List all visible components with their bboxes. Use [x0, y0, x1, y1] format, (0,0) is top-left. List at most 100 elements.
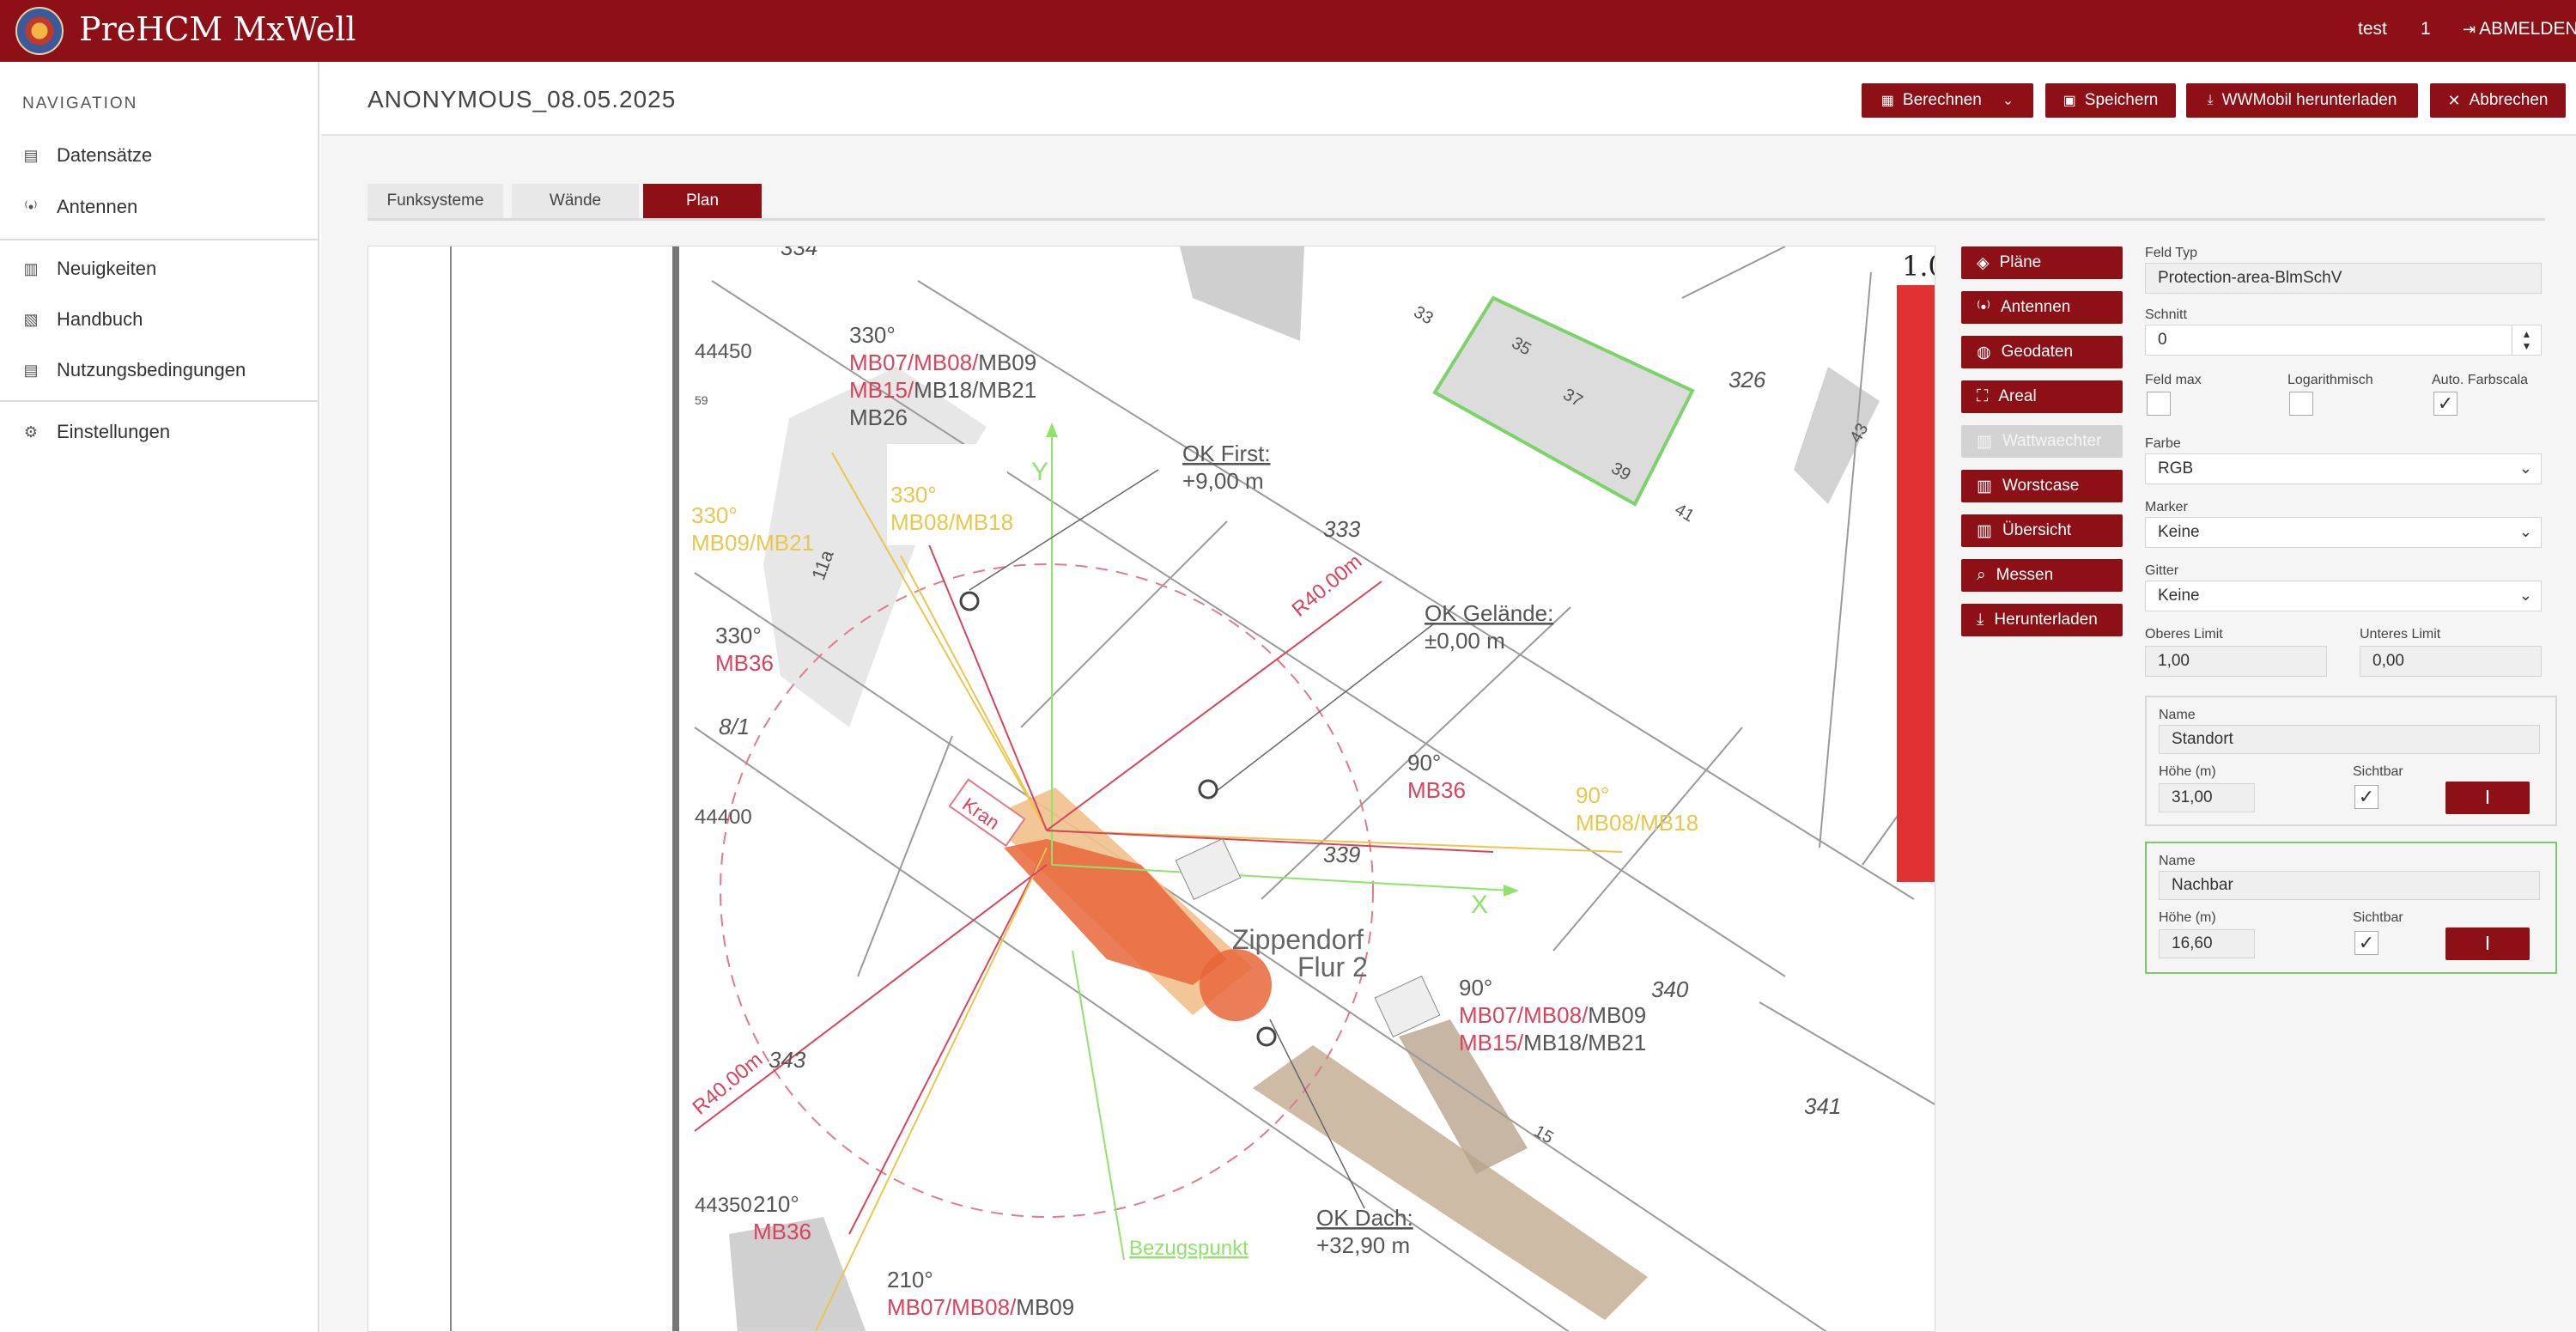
oberes-limit-label: Oberes Limit [2145, 627, 2223, 642]
svg-text:Flur 2: Flur 2 [1297, 952, 1368, 982]
svg-text:MB08/MB18: MB08/MB18 [1576, 810, 1698, 836]
save-label: Speichern [2084, 91, 2159, 109]
sidebar-item-antennen[interactable]: ⁽•⁾ Antennen [22, 196, 137, 218]
tab-funksysteme[interactable]: Funksysteme [368, 184, 503, 218]
berechnen-label: Berechnen [1902, 91, 1982, 109]
svg-text:+32,90 m: +32,90 m [1316, 1232, 1410, 1258]
svg-text:MB36: MB36 [753, 1219, 811, 1244]
feld-max-checkbox[interactable] [2147, 392, 2171, 416]
tool-antennen-button[interactable]: ⁽•⁾ Antennen [1961, 291, 2123, 324]
svg-text:341: 341 [1804, 1093, 1841, 1119]
svg-text:59: 59 [695, 393, 708, 407]
logout-button[interactable]: ⇥ ABMELDEN [2463, 19, 2576, 40]
nav-divider [0, 400, 318, 402]
svg-text:MB07/MB08/MB09: MB07/MB08/MB09 [1459, 1002, 1646, 1028]
download-wwmobil-button[interactable]: ⤓ WWMobil herunterladen [2186, 83, 2418, 118]
svg-text:OK Gelände:: OK Gelände: [1425, 600, 1553, 626]
layer-name-field: Nachbar [2159, 871, 2540, 900]
schnitt-input[interactable]: 0 ▲ ▼ [2145, 325, 2542, 356]
berechnen-button[interactable]: ▦ Berechnen ⌄ [1862, 83, 2033, 118]
notification-count[interactable]: 1 [2421, 19, 2431, 40]
svg-text:44450: 44450 [695, 340, 752, 363]
tab-waende[interactable]: Wände [512, 184, 639, 218]
layer-card-nachbar[interactable]: Name Nachbar Höhe (m) 16,60 Sichtbar ✓ Ⅰ [2145, 842, 2557, 974]
tool-plaene-button[interactable]: ◈ Pläne [1961, 246, 2123, 279]
farbe-value: RGB [2158, 459, 2194, 477]
auto-farbscala-checkbox[interactable]: ✓ [2433, 392, 2458, 416]
svg-text:44350: 44350 [695, 1194, 752, 1217]
bar-chart-icon: ▥ [1977, 521, 1992, 540]
tool-label: Pläne [1999, 253, 2042, 271]
plan-canvas[interactable]: 1.0 334 333 326 339 340 341 343 8/1 11a … [368, 246, 1935, 1332]
layer-name-label: Name [2159, 854, 2196, 868]
antenna-marker-icon[interactable] [1256, 1026, 1277, 1047]
sidebar-item-label: Neuigkeiten [57, 258, 157, 279]
feld-max-label: Feld max [2145, 373, 2202, 387]
chevron-down-icon: ⌄ [2518, 459, 2532, 477]
layer-sichtbar-checkbox[interactable]: ✓ [2354, 931, 2379, 955]
tool-uebersicht-button[interactable]: ▥ Übersicht [1961, 514, 2123, 547]
close-icon: ✕ [2447, 91, 2461, 109]
farbe-select[interactable]: RGB ⌄ [2145, 453, 2542, 484]
svg-text:MB26: MB26 [849, 404, 908, 430]
layer-sichtbar-label: Sichtbar [2353, 764, 2403, 779]
app-logo-icon [15, 7, 64, 55]
tool-label: Wattwaechter [2002, 432, 2102, 450]
sidebar-item-label: Antennen [57, 196, 138, 217]
svg-text:±0,00 m: ±0,00 m [1425, 628, 1505, 654]
sidebar-item-neuigkeiten[interactable]: ▥ Neuigkeiten [22, 258, 156, 280]
cancel-button[interactable]: ✕ Abbrechen [2430, 83, 2566, 118]
gitter-select[interactable]: Keine ⌄ [2145, 581, 2542, 611]
sidebar-item-label: Handbuch [57, 308, 143, 330]
tool-geodaten-button[interactable]: ◍ Geodaten [1961, 336, 2123, 368]
spinner-icon[interactable]: ▲ ▼ [2512, 325, 2541, 355]
logarithmisch-checkbox[interactable] [2289, 392, 2313, 416]
layer-hoehe-label: Höhe (m) [2159, 764, 2216, 779]
svg-text:330°: 330° [715, 623, 762, 648]
svg-text:8/1: 8/1 [719, 714, 750, 739]
tool-wattwaechter-button[interactable]: ▥ Wattwaechter [1961, 425, 2123, 458]
layer-hoehe-field: 16,60 [2159, 929, 2255, 958]
svg-text:MB15/MB18/MB21: MB15/MB18/MB21 [1459, 1030, 1646, 1055]
layer-card-standort[interactable]: Name Standort Höhe (m) 31,00 Sichtbar ✓ … [2145, 696, 2557, 826]
schnitt-label: Schnitt [2145, 307, 2187, 322]
sidebar-item-datensaetze[interactable]: ▤ Datensätze [22, 144, 152, 167]
layer-sichtbar-checkbox[interactable]: ✓ [2354, 785, 2379, 809]
height-edit-button[interactable]: Ⅰ [2445, 782, 2530, 814]
bar-chart-icon: ▥ [1977, 432, 1992, 451]
svg-text:MB36: MB36 [715, 650, 774, 676]
gitter-value: Keine [2158, 587, 2200, 605]
marker-select[interactable]: Keine ⌄ [2145, 517, 2542, 548]
tab-plan[interactable]: Plan [643, 184, 762, 218]
bar-chart-icon: ▥ [1977, 477, 1992, 496]
user-name[interactable]: test [2358, 19, 2387, 40]
tool-messen-button[interactable]: ⌕ Messen [1961, 559, 2123, 592]
antenna-marker-icon[interactable] [1198, 779, 1218, 800]
svg-text:330°: 330° [890, 482, 937, 508]
svg-text:MB08/MB18: MB08/MB18 [890, 509, 1013, 535]
sidebar-item-nutzungsbedingungen[interactable]: ▤ Nutzungsbedingungen [22, 359, 246, 381]
height-edit-button[interactable]: Ⅰ [2445, 928, 2530, 960]
plan-map[interactable]: 1.0 334 333 326 339 340 341 343 8/1 11a … [368, 246, 1935, 1332]
svg-text:41: 41 [1672, 500, 1698, 526]
tool-label: Messen [1996, 566, 2054, 584]
svg-text:326: 326 [1728, 367, 1766, 392]
sidebar-item-einstellungen[interactable]: ⚙ Einstellungen [22, 421, 170, 443]
svg-text:MB15/MB18/MB21: MB15/MB18/MB21 [849, 377, 1036, 403]
save-button[interactable]: ▣ Speichern [2045, 83, 2176, 118]
tool-herunterladen-button[interactable]: ⤓ Herunterladen [1961, 604, 2123, 636]
cancel-label: Abbrechen [2469, 91, 2549, 109]
sidebar-item-handbuch[interactable]: ▧ Handbuch [22, 308, 143, 331]
svg-text:Y: Y [1031, 458, 1048, 486]
antenna-marker-icon[interactable] [959, 591, 980, 611]
svg-text:210°: 210° [753, 1191, 799, 1217]
text-cursor-icon: Ⅰ [2484, 933, 2491, 954]
search-icon: ⌕ [1977, 566, 1986, 584]
tool-areal-button[interactable]: ⛶ Areal [1961, 380, 2123, 413]
auto-farbscala-label: Auto. Farbscala [2432, 373, 2529, 387]
tool-worstcase-button[interactable]: ▥ Worstcase [1961, 470, 2123, 502]
layer-sichtbar-label: Sichtbar [2353, 910, 2403, 925]
sidebar-item-label: Nutzungsbedingungen [57, 359, 246, 380]
tool-label: Übersicht [2002, 521, 2072, 539]
layers-icon: ◈ [1977, 253, 1990, 272]
